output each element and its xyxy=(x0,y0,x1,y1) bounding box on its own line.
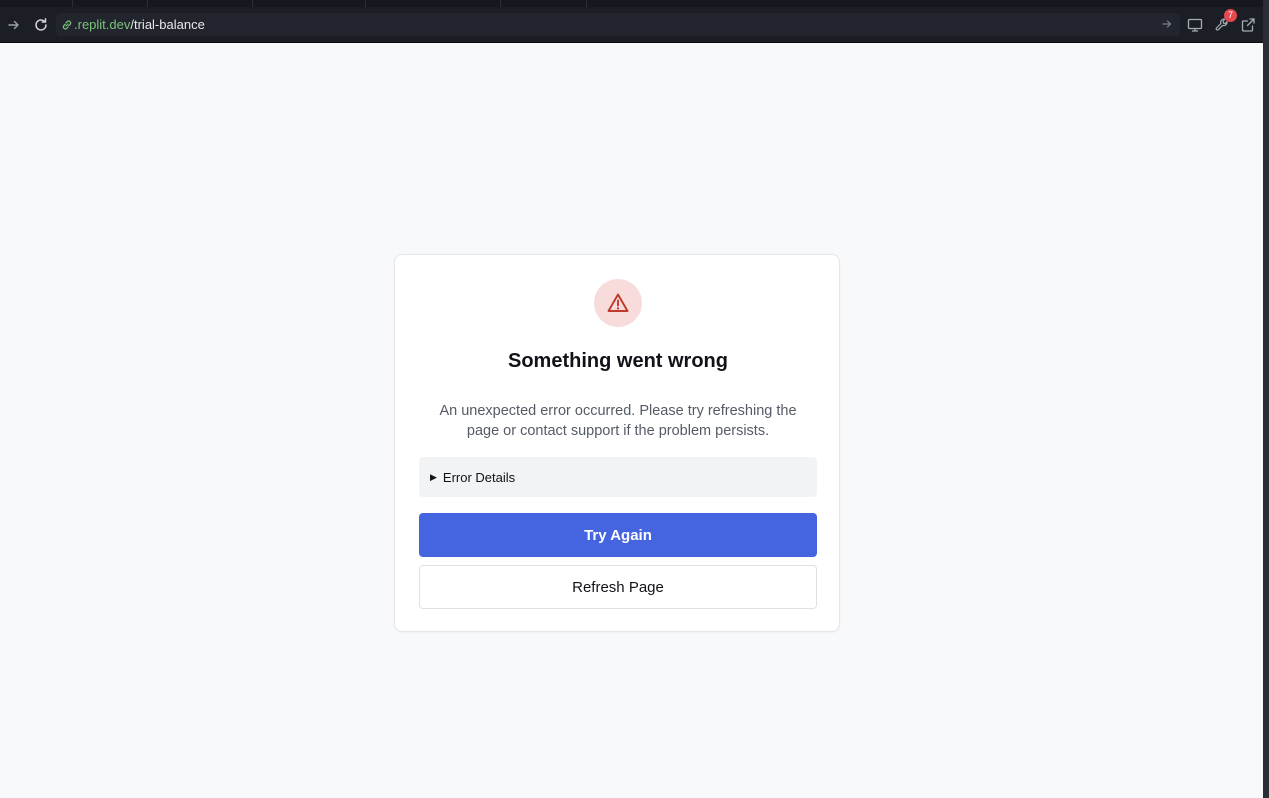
link-icon xyxy=(60,18,74,32)
browser-toolbar: .replit.dev /trial-balance 7 xyxy=(0,7,1269,43)
devices-button[interactable] xyxy=(1185,15,1205,35)
page-viewport: Something went wrong An unexpected error… xyxy=(0,43,1263,798)
forward-button[interactable] xyxy=(4,15,24,35)
tab-separator xyxy=(252,0,253,7)
arrow-right-icon xyxy=(8,20,19,30)
error-description: An unexpected error occurred. Please try… xyxy=(439,403,797,439)
url-path: /trial-balance xyxy=(130,17,205,32)
url-domain: .replit.dev xyxy=(74,17,131,32)
tab-separator xyxy=(147,0,148,7)
tab-separator xyxy=(365,0,366,7)
error-details-label: Error Details xyxy=(442,469,516,485)
tab-separator xyxy=(500,0,501,7)
error-details-toggle[interactable]: ▶ Error Details xyxy=(419,457,817,497)
notification-badge: 7 xyxy=(1224,9,1237,22)
monitor-icon xyxy=(1187,18,1203,32)
warning-triangle-icon xyxy=(607,293,629,312)
external-link-icon xyxy=(1241,18,1255,32)
warning-badge xyxy=(594,279,642,327)
error-title: Something went wrong xyxy=(508,350,728,372)
address-bar[interactable]: .replit.dev /trial-balance xyxy=(56,13,1180,36)
tab-separator xyxy=(586,0,587,7)
refresh-page-button[interactable]: Refresh Page xyxy=(419,565,817,609)
disclosure-triangle-icon: ▶ xyxy=(430,471,437,482)
go-button[interactable] xyxy=(1160,17,1174,31)
reload-button[interactable] xyxy=(31,15,51,35)
tab-strip xyxy=(0,0,1269,7)
arrow-right-icon xyxy=(1162,20,1172,28)
window-edge xyxy=(1263,0,1269,798)
error-card: Something went wrong An unexpected error… xyxy=(394,254,840,632)
tab-separator xyxy=(72,0,73,7)
try-again-button[interactable]: Try Again xyxy=(419,513,817,557)
reload-icon xyxy=(35,18,47,31)
tools-button[interactable]: 7 xyxy=(1212,9,1237,35)
open-external-button[interactable] xyxy=(1238,15,1258,35)
